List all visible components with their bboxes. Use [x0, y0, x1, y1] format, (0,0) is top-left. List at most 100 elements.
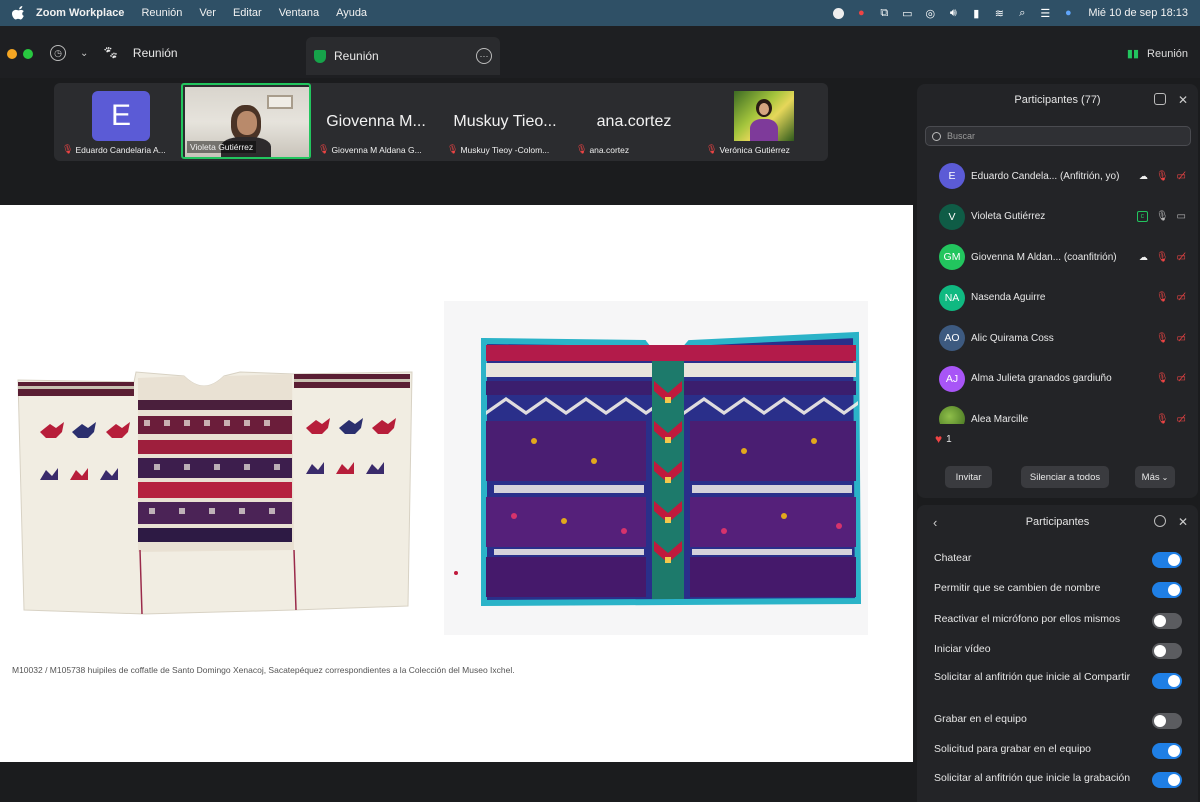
- search-icon[interactable]: ⌕: [1015, 6, 1029, 20]
- setting-row: Permitir que se cambien de nombre: [934, 582, 1190, 598]
- signal-icon: ▮▮: [1126, 48, 1140, 60]
- video-tile-eduardo[interactable]: E 🎙︎ Eduardo Candelaria A...: [58, 87, 182, 161]
- menu-editar[interactable]: Editar: [233, 7, 262, 19]
- close-window-button[interactable]: [7, 49, 17, 59]
- participant-status-icons: ☁ 🎙︎ ▭̸: [1139, 252, 1186, 263]
- video-off-icon[interactable]: ▭̸: [1177, 252, 1186, 263]
- toggle-knob: [1168, 774, 1180, 786]
- setting-toggle[interactable]: [1152, 743, 1182, 759]
- tile-big-name: ana.cortez: [596, 113, 672, 130]
- video-tile-muskuy[interactable]: Muskuy Tieo... 🎙︎ Muskuy Tieoy -Colom...: [443, 87, 567, 161]
- paw-icon[interactable]: 🐾︎: [102, 45, 119, 61]
- search-icon: [932, 131, 941, 141]
- menu-ventana[interactable]: Ventana: [279, 7, 319, 19]
- cloud-icon: ☁: [1138, 170, 1148, 181]
- mic-muted-icon[interactable]: 🎙︎: [1156, 414, 1169, 424]
- more-icon[interactable]: ⋯: [476, 48, 492, 64]
- history-icon[interactable]: [1153, 515, 1166, 527]
- mic-muted-icon[interactable]: 🎙︎: [1156, 333, 1169, 344]
- status-area: ● ⧉ ▭ ◎ 🔊︎ ▮ ≋ ⌕ ☰ ● Mié 10 de sep 18:13: [831, 0, 1188, 26]
- meeting-tab[interactable]: Reunión ⋯: [306, 37, 500, 75]
- toggle-knob: [1168, 675, 1180, 687]
- siri-icon[interactable]: ●: [1061, 6, 1075, 20]
- participant-row[interactable]: AO Alic Quirama Coss 🎙︎ ▭̸: [917, 318, 1198, 359]
- clock[interactable]: Mié 10 de sep 18:13: [1088, 7, 1188, 19]
- record-icon[interactable]: ●: [854, 6, 868, 20]
- target-icon[interactable]: ◎: [923, 6, 937, 20]
- chevron-down-icon[interactable]: ⌄: [80, 48, 88, 59]
- macos-menubar: Zoom Workplace Reunión Ver Editar Ventan…: [0, 0, 1200, 26]
- video-tile-veronica[interactable]: 🎙︎ Verónica Gutiérrez: [702, 87, 826, 161]
- more-button[interactable]: Más ⌄: [1135, 466, 1175, 488]
- menu-ver[interactable]: Ver: [199, 7, 216, 19]
- settings-header-icons: ✕: [1153, 515, 1188, 529]
- avatar: AJ: [939, 365, 965, 392]
- mute-all-button[interactable]: Silenciar a todos: [1021, 466, 1109, 488]
- tile-caption: 🎙︎ ana.cortez: [576, 144, 629, 155]
- dash-icon[interactable]: [831, 6, 845, 20]
- avatar: AO: [939, 325, 965, 352]
- screen-mirror-icon[interactable]: ⧉: [877, 6, 891, 20]
- mic-muted-icon[interactable]: 🎙︎: [1156, 252, 1169, 263]
- video-tile-ana[interactable]: ana.cortez 🎙︎ ana.cortez: [572, 87, 696, 161]
- window-controls: [7, 49, 33, 59]
- close-icon[interactable]: ✕: [1178, 515, 1188, 529]
- video-icon[interactable]: ▭: [1177, 211, 1186, 222]
- mic-muted-icon[interactable]: 🎙︎: [1156, 373, 1169, 384]
- participant-row[interactable]: NA Nasenda Aguirre 🎙︎ ▭̸: [917, 278, 1198, 319]
- participant-name: Alic Quirama Coss: [971, 332, 1054, 344]
- setting-toggle[interactable]: [1152, 613, 1182, 629]
- popout-icon[interactable]: [1153, 93, 1166, 105]
- video-off-icon[interactable]: ▭̸: [1177, 414, 1186, 424]
- menu-app[interactable]: Zoom Workplace: [36, 7, 124, 19]
- battery-icon[interactable]: ▮: [969, 6, 983, 20]
- setting-toggle[interactable]: [1152, 552, 1182, 568]
- video-off-icon[interactable]: ▭̸: [1177, 333, 1186, 344]
- setting-toggle[interactable]: [1152, 643, 1182, 659]
- mic-muted-icon[interactable]: 🎙︎: [1156, 171, 1169, 182]
- video-off-icon[interactable]: ▭̸: [1177, 373, 1186, 384]
- menu-reunion[interactable]: Reunión: [141, 7, 182, 19]
- toggle-knob: [1154, 715, 1166, 727]
- menu-ayuda[interactable]: Ayuda: [336, 7, 367, 19]
- setting-toggle[interactable]: [1152, 673, 1182, 689]
- mic-muted-icon[interactable]: 🎙︎: [1156, 292, 1169, 303]
- participant-name: Nasenda Aguirre: [971, 292, 1046, 304]
- invite-button[interactable]: Invitar: [945, 466, 992, 488]
- volume-icon[interactable]: 🔊︎: [946, 6, 960, 20]
- participant-row[interactable]: AJ Alma Julieta granados gardiuño 🎙︎ ▭̸: [917, 359, 1198, 400]
- close-icon[interactable]: ✕: [1178, 93, 1188, 107]
- setting-toggle[interactable]: [1152, 582, 1182, 598]
- participant-row[interactable]: Alea Marcille 🎙︎ ▭̸: [917, 399, 1198, 424]
- participant-row[interactable]: V Violeta Gutiérrez c 🎙︎ ▭: [917, 197, 1198, 238]
- participant-name: Violeta Gutiérrez: [971, 211, 1046, 223]
- setting-label: Grabar en el equipo: [934, 713, 1027, 725]
- video-tile-giovenna[interactable]: Giovenna M... 🎙︎ Giovenna M Aldana G...: [314, 87, 438, 161]
- setting-toggle[interactable]: [1152, 713, 1182, 729]
- participant-search-input[interactable]: Buscar: [925, 126, 1191, 146]
- participant-row[interactable]: GM Giovenna M Aldan... (coanfitrión) ☁ 🎙︎ ▭̸: [917, 237, 1198, 278]
- control-center-icon[interactable]: ☰: [1038, 6, 1052, 20]
- reaction-count: 1: [946, 433, 952, 445]
- video-tile-violeta[interactable]: Violeta Gutiérrez: [181, 83, 311, 159]
- video-off-icon[interactable]: ▭̸: [1177, 171, 1186, 182]
- titlebar-right[interactable]: ▮▮ Reunión: [1126, 47, 1188, 61]
- apple-icon[interactable]: [12, 6, 26, 20]
- meeting-label[interactable]: Reunión: [133, 46, 178, 60]
- setting-row: Grabar en el equipo: [934, 713, 1190, 729]
- participant-name: Giovenna M Aldan... (coanfitrión): [971, 251, 1117, 263]
- participant-list: E Eduardo Candela... (Anfitrión, yo) ☁ 🎙︎ ▭̸…: [917, 156, 1198, 424]
- reaction-summary[interactable]: ♥ 1: [935, 432, 952, 446]
- mic-icon[interactable]: 🎙︎: [1156, 211, 1169, 222]
- setting-row: Solicitar al anfitrión que inicie al Com…: [934, 671, 1190, 689]
- wifi-icon[interactable]: ≋: [992, 6, 1006, 20]
- display-icon[interactable]: ▭: [900, 6, 914, 20]
- setting-toggle[interactable]: [1152, 772, 1182, 788]
- zoom-window-button[interactable]: [23, 49, 33, 59]
- participant-status-icons: 🎙︎ ▭̸: [1156, 414, 1186, 424]
- participant-row[interactable]: E Eduardo Candela... (Anfitrión, yo) ☁ 🎙︎ ▭̸: [917, 156, 1198, 197]
- toggle-knob: [1154, 615, 1166, 627]
- shield-icon: [314, 49, 326, 63]
- video-off-icon[interactable]: ▭̸: [1177, 292, 1186, 303]
- history-icon[interactable]: ◷: [50, 45, 66, 61]
